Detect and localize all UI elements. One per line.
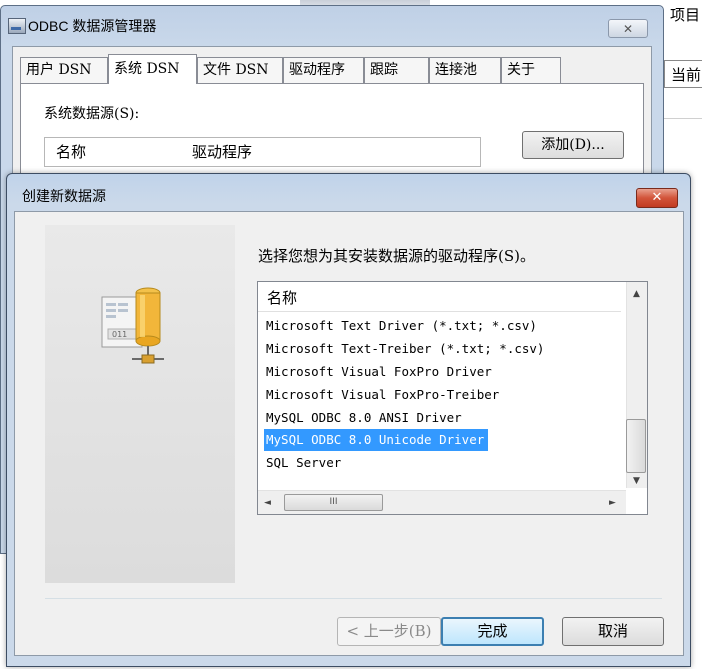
odbc-window-title: ODBC 数据源管理器 [28,18,157,34]
scroll-up-icon[interactable]: ▲ [633,289,640,299]
horizontal-scroll-thumb[interactable]: III [284,494,383,511]
tab-tracing[interactable]: 跟踪 [364,57,429,83]
dialog-side-panel [45,225,235,583]
close-icon: ✕ [651,190,663,205]
vertical-scroll-thumb[interactable] [626,419,646,473]
scroll-left-icon[interactable]: ◄ [264,498,271,508]
list-item[interactable]: SQL Server [264,452,345,474]
button-separator [45,598,662,599]
list-item[interactable]: Microsoft Text Driver (*.txt; *.csv) [264,315,541,337]
background-column-header: 项目 [670,6,701,24]
odbc-close-button[interactable]: ✕ [608,19,648,38]
odbc-app-icon [8,18,26,34]
back-button[interactable]: < 上一步(B) [337,617,441,646]
list-item-selected[interactable]: MySQL ODBC 8.0 Unicode Driver [264,429,489,451]
column-name-header[interactable]: 名称 [56,138,86,166]
tab-system-dsn[interactable]: 系统 DSN [108,54,197,84]
driver-list-header[interactable]: 名称 [258,282,621,312]
scroll-down-icon[interactable]: ▼ [633,476,640,486]
system-sources-list-header: 名称 驱动程序 [44,137,481,167]
dialog-title: 创建新数据源 [22,189,106,205]
column-driver-header[interactable]: 驱动程序 [192,138,252,166]
tab-user-dsn[interactable]: 用户 DSN [20,57,108,83]
list-item[interactable]: Microsoft Visual FoxPro-Treiber [264,384,503,406]
tab-drivers[interactable]: 驱动程序 [283,57,364,83]
tab-file-dsn[interactable]: 文件 DSN [197,57,283,83]
tab-connection-pool[interactable]: 连接池 [429,57,501,83]
list-item[interactable]: MySQL ODBC 8.0 ANSI Driver [264,407,466,429]
add-button[interactable]: 添加(D)... [522,131,624,159]
scroll-right-icon[interactable]: ► [609,498,616,508]
installer-package-icon: 011 [101,287,164,364]
finish-button[interactable]: 完成 [441,617,544,646]
system-sources-label: 系统数据源(S): [44,106,140,122]
list-item[interactable]: Microsoft Text-Treiber (*.txt; *.csv) [264,338,548,360]
list-item[interactable]: Microsoft Visual FoxPro Driver [264,361,496,383]
close-icon: ✕ [622,22,634,36]
dialog-close-button[interactable]: ✕ [636,188,678,208]
instruction-text: 选择您想为其安装数据源的驱动程序(S)。 [258,247,535,265]
cancel-button[interactable]: 取消 [562,617,664,646]
tab-about[interactable]: 关于 [501,57,561,83]
background-tab[interactable]: 当前 [664,60,702,88]
svg-text:011: 011 [112,330,127,339]
background-divider [664,118,702,119]
